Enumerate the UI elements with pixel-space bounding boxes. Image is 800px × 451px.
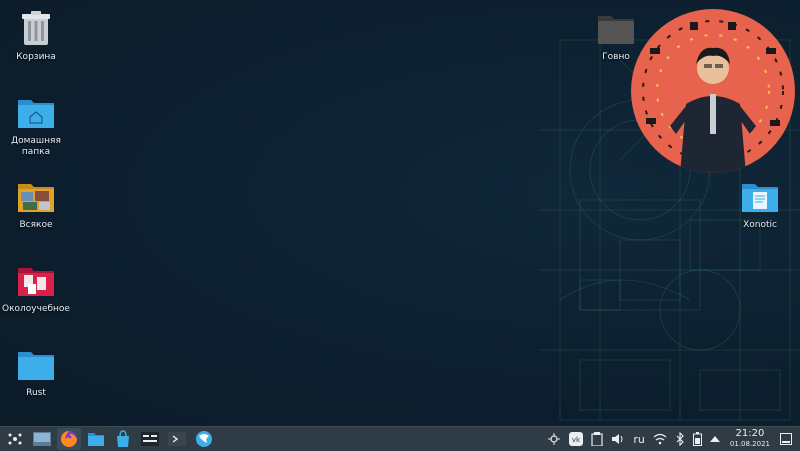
desktop-icon-home-folder[interactable]: Домашняя папка [0,94,72,158]
desktop-icon-label: Говно [602,52,630,62]
file-manager-button[interactable] [84,428,108,450]
keyboard-layout-tray[interactable]: ru [633,428,645,450]
document-folder-icon [741,178,779,216]
desktop-icon-label: Rust [26,388,46,398]
photo-folder-icon [17,178,55,216]
clock-time: 21:20 [735,428,765,439]
network-manager-tray[interactable] [547,428,561,450]
desktop-icon-xonotic[interactable]: Xonotic [724,178,796,231]
notifications-button[interactable] [780,428,792,450]
taskbar: vk ru 21:20 01.08.2021 [0,426,800,451]
digital-clock[interactable]: 21:20 01.08.2021 [730,429,770,449]
folder-icon [17,346,55,384]
desktop-icon-trash[interactable]: Корзина [0,10,72,63]
monitor-icon [141,432,159,446]
show-desktop-button[interactable] [30,428,54,450]
desktop-icon-rust[interactable]: Rust [0,346,72,399]
firefox-button[interactable] [57,428,81,450]
kde-launcher-icon [8,433,22,445]
clipboard-icon [591,432,604,446]
terminal-icon [168,432,186,446]
notes-folder-icon [17,262,55,300]
svg-text:vk: vk [572,436,581,444]
notification-icon [780,433,792,445]
discover-icon [117,430,129,447]
desktop-icon-label: Домашняя папка [11,136,61,157]
vk-icon: vk [569,432,584,446]
wifi-icon [653,433,667,445]
battery-tray[interactable] [692,428,702,450]
desktop-icon-label: Xonotic [743,220,777,230]
battery-icon [692,432,702,446]
desktop-icon-misc[interactable]: Всякое [0,178,72,231]
volume-tray[interactable] [611,428,625,450]
terminal-button[interactable] [165,428,189,450]
bluetooth-icon [676,432,684,446]
desktop-icon-label: Всякое [19,220,53,230]
application-launcher-button[interactable] [3,428,27,450]
clipboard-tray[interactable] [591,428,604,450]
system-tray: vk ru 21:20 01.08.2021 [543,427,800,451]
desktop-icon-label: Корзина [16,52,56,62]
browser-button[interactable] [192,428,216,450]
desktop-icon [33,432,51,446]
chevron-up-icon [709,436,720,442]
tray-expander[interactable] [709,428,720,450]
software-store-button[interactable] [111,428,135,450]
bluetooth-tray[interactable] [675,428,685,450]
photo-widget[interactable] [630,8,796,174]
speaker-icon [612,434,623,444]
system-monitor-button[interactable] [138,428,162,450]
firefox-icon [61,431,77,447]
network-icon [548,433,561,445]
vk-tray[interactable]: vk [569,428,584,450]
desktop-icon-study[interactable]: Околоучебное [0,262,72,315]
wifi-tray[interactable] [653,428,667,450]
browser-icon [196,431,212,447]
clock-date: 01.08.2021 [729,440,770,448]
desktop-icon-label: Околоучебное [2,304,70,314]
home-folder-icon [17,94,55,132]
trash-icon [17,10,55,48]
dolphin-icon [88,433,104,446]
